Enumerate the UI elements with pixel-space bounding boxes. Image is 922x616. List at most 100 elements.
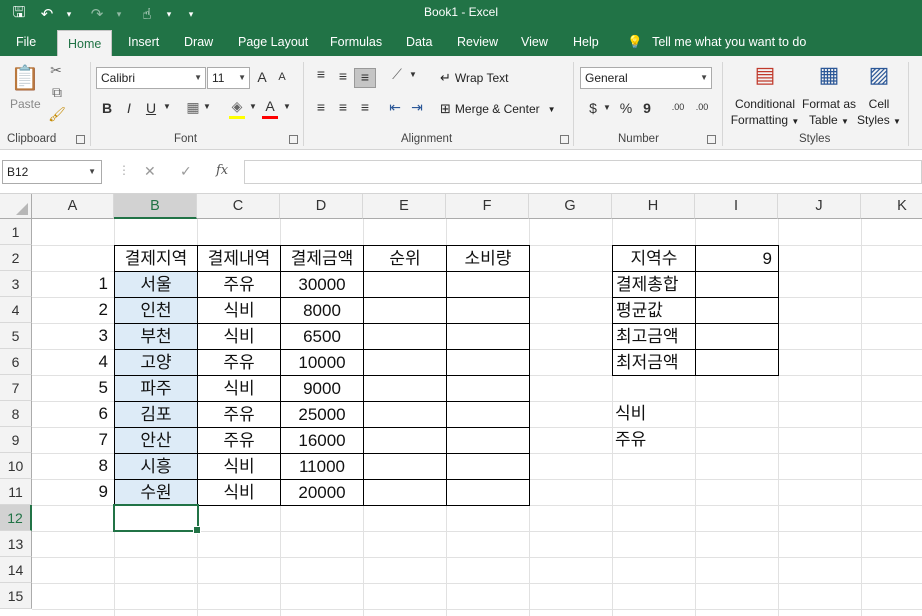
region-cell[interactable]: 시흥 (114, 453, 198, 480)
font-size-select[interactable]: 11 ▼ (207, 67, 250, 89)
amount-cell[interactable]: 30000 (280, 271, 364, 298)
tab-review[interactable]: Review (447, 28, 508, 56)
font-color-dropdown-icon[interactable]: ▼ (282, 102, 292, 111)
row-number-cell[interactable]: 3 (32, 323, 114, 349)
top-align-icon[interactable]: ≡ (312, 66, 330, 82)
comma-style-icon[interactable]: 9 (640, 100, 654, 116)
consumption-cell[interactable] (446, 297, 530, 324)
header-cell-consumption[interactable]: 소비량 (446, 245, 530, 272)
font-color-icon[interactable]: A (262, 98, 278, 114)
decrease-decimal-icon[interactable]: .00 (692, 102, 712, 112)
rank-cell[interactable] (363, 401, 447, 428)
selected-cell-b12[interactable] (113, 504, 201, 534)
shrink-font-icon[interactable]: A (274, 71, 290, 83)
summary-value-total[interactable] (695, 271, 779, 298)
alignment-launcher-icon[interactable] (560, 135, 569, 144)
column-header-e[interactable]: E (363, 194, 446, 219)
region-cell[interactable]: 수원 (114, 479, 198, 506)
summary-label-average[interactable]: 평균값 (612, 297, 696, 324)
font-launcher-icon[interactable] (289, 135, 298, 144)
tab-data[interactable]: Data (396, 28, 442, 56)
summary-label-total[interactable]: 결제총합 (612, 271, 696, 298)
header-cell-region[interactable]: 결제지역 (114, 245, 198, 272)
row-number-cell[interactable]: 6 (32, 401, 114, 427)
region-cell[interactable]: 김포 (114, 401, 198, 428)
number-format-select[interactable]: General ▼ (580, 67, 712, 89)
summary-value-min[interactable] (695, 349, 779, 376)
column-header-f[interactable]: F (446, 194, 529, 219)
cell-styles-icon[interactable]: ▨ (864, 62, 894, 92)
column-header-c[interactable]: C (197, 194, 280, 219)
region-cell[interactable]: 인천 (114, 297, 198, 324)
summary-label-min[interactable]: 최저금액 (612, 349, 696, 376)
column-header-k[interactable]: K (861, 194, 922, 219)
increase-decimal-icon[interactable]: .00 (668, 102, 688, 112)
wrap-text-button[interactable]: ↵ Wrap Text (440, 70, 508, 86)
rank-cell[interactable] (363, 297, 447, 324)
paste-icon[interactable]: 📋 (10, 64, 40, 94)
tab-insert[interactable]: Insert (118, 28, 169, 56)
amount-cell[interactable]: 25000 (280, 401, 364, 428)
insert-function-icon[interactable]: fx (216, 163, 228, 178)
paste-button[interactable]: Paste (10, 97, 41, 111)
amount-cell[interactable]: 10000 (280, 349, 364, 376)
middle-align-icon[interactable]: ≡ (334, 68, 352, 84)
font-name-select[interactable]: Calibri ▼ (96, 67, 206, 89)
row-number-cell[interactable]: 7 (32, 427, 114, 453)
type-cell[interactable]: 주유 (197, 271, 281, 298)
summary-label-region-count[interactable]: 지역수 (612, 245, 696, 272)
type-cell[interactable]: 식비 (197, 479, 281, 506)
align-right-icon[interactable]: ≡ (356, 99, 374, 115)
bold-button[interactable]: B (100, 100, 114, 116)
row-header-4[interactable]: 4 (0, 297, 32, 323)
currency-icon[interactable]: $ (586, 100, 600, 116)
header-cell-type[interactable]: 결제내역 (197, 245, 281, 272)
region-cell[interactable]: 안산 (114, 427, 198, 454)
region-cell[interactable]: 파주 (114, 375, 198, 402)
column-header-j[interactable]: J (778, 194, 861, 219)
tab-page-layout[interactable]: Page Layout (228, 28, 318, 56)
region-cell[interactable]: 서울 (114, 271, 198, 298)
consumption-cell[interactable] (446, 427, 530, 454)
summary-value-max[interactable] (695, 323, 779, 350)
amount-cell[interactable]: 9000 (280, 375, 364, 402)
underline-dropdown-icon[interactable]: ▼ (162, 102, 172, 111)
format-as-table-icon[interactable]: ▦ (814, 62, 844, 92)
header-cell-rank[interactable]: 순위 (363, 245, 447, 272)
rank-cell[interactable] (363, 479, 447, 506)
row-header-6[interactable]: 6 (0, 349, 32, 375)
name-box[interactable]: B12 ▼ (2, 160, 102, 184)
tab-draw[interactable]: Draw (174, 28, 223, 56)
amount-cell[interactable]: 6500 (280, 323, 364, 350)
cancel-icon[interactable]: ✕ (144, 163, 156, 180)
type-cell[interactable]: 식비 (197, 323, 281, 350)
row-header-15[interactable]: 15 (0, 583, 32, 609)
consumption-cell[interactable] (446, 349, 530, 376)
cell-styles-button[interactable]: Cell Styles ▼ (856, 96, 902, 130)
row-header-1[interactable]: 1 (0, 219, 32, 245)
conditional-formatting-button[interactable]: Conditional Formatting ▼ (730, 96, 800, 130)
worksheet-grid[interactable]: A B C D E F G H I J K 1 2 3 4 5 6 7 8 9 … (0, 194, 922, 616)
tab-view[interactable]: View (511, 28, 558, 56)
column-header-b[interactable]: B (114, 194, 197, 219)
underline-button[interactable]: U (144, 100, 158, 116)
region-cell[interactable]: 부천 (114, 323, 198, 350)
rank-cell[interactable] (363, 271, 447, 298)
row-number-cell[interactable]: 1 (32, 271, 114, 297)
grow-font-icon[interactable]: A (254, 69, 270, 85)
row-number-cell[interactable]: 4 (32, 349, 114, 375)
row-number-cell[interactable]: 8 (32, 453, 114, 479)
row-header-10[interactable]: 10 (0, 453, 32, 479)
format-as-table-button[interactable]: Format as Table ▼ (800, 96, 858, 130)
row-header-9[interactable]: 9 (0, 427, 32, 453)
bottom-align-icon[interactable]: ≡ (354, 68, 376, 88)
row-header-8[interactable]: 8 (0, 401, 32, 427)
orientation-dropdown-icon[interactable]: ▼ (408, 70, 418, 79)
borders-icon[interactable]: ▦ (184, 99, 202, 116)
align-left-icon[interactable]: ≡ (312, 99, 330, 115)
tab-home[interactable]: Home (57, 30, 113, 56)
rank-cell[interactable] (363, 323, 447, 350)
summary-value-average[interactable] (695, 297, 779, 324)
clipboard-launcher-icon[interactable] (76, 135, 85, 144)
column-header-d[interactable]: D (280, 194, 363, 219)
